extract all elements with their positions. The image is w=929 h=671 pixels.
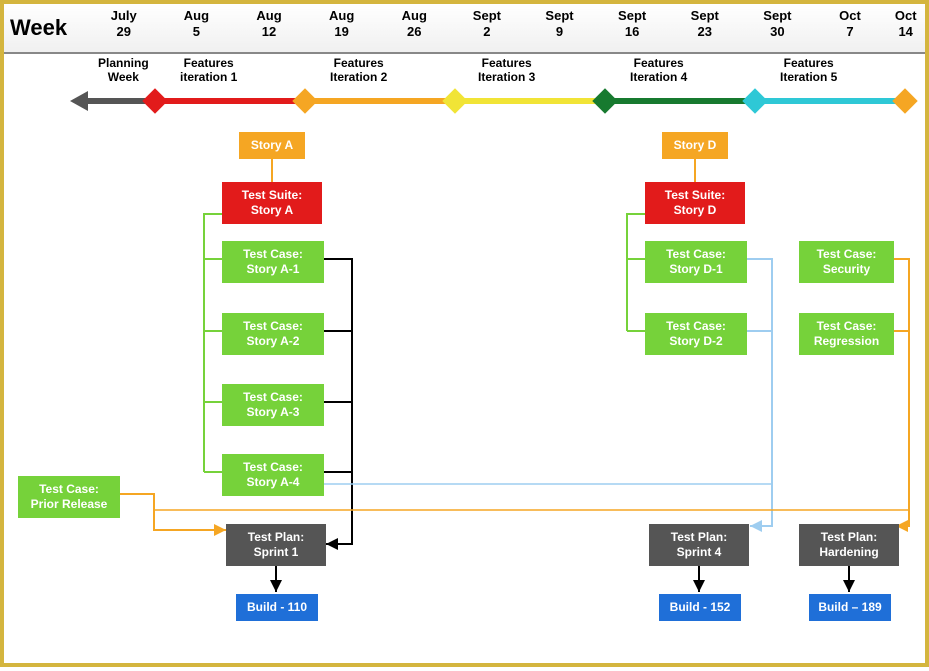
date-cell: Sept23 [668,4,741,52]
bar-iter5 [760,98,902,104]
case-d1: Test Case: Story D-1 [645,241,747,283]
date-cell: Oct7 [814,4,887,52]
bar-iter1 [160,98,302,104]
case-regression: Test Case: Regression [799,313,894,355]
story-d: Story D [662,132,728,159]
bar-iter3 [460,98,602,104]
bar-iter4 [610,98,752,104]
case-a2: Test Case: Story A-2 [222,313,324,355]
phase-iter4: Features Iteration 4 [630,56,687,85]
case-a1: Test Case: Story A-1 [222,241,324,283]
phase-planning: Planning Week [98,56,149,85]
case-security: Test Case: Security [799,241,894,283]
case-prior: Test Case: Prior Release [18,476,120,518]
case-d2: Test Case: Story D-2 [645,313,747,355]
plan-hardening: Test Plan: Hardening [799,524,899,566]
date-cell: Oct14 [886,4,925,52]
plan-sprint4: Test Plan: Sprint 4 [649,524,749,566]
phase-iter5: Features Iteration 5 [780,56,837,85]
date-cell: Sept9 [523,4,596,52]
date-cell: Aug12 [233,4,306,52]
case-a4: Test Case: Story A-4 [222,454,324,496]
story-a: Story A [239,132,305,159]
date-cell: Sept2 [451,4,524,52]
week-label: Week [4,4,87,52]
timeline-header: Week July29 Aug5 Aug12 Aug19 Aug26 Sept2… [4,4,925,54]
phase-bars [90,94,925,114]
build-152: Build - 152 [659,594,741,621]
date-cell: Sept30 [741,4,814,52]
date-cell: Aug5 [160,4,233,52]
build-189: Build – 189 [809,594,891,621]
suite-a: Test Suite: Story A [222,182,322,224]
date-cell: Aug26 [378,4,451,52]
plan-sprint1: Test Plan: Sprint 1 [226,524,326,566]
phase-iter1: Features iteration 1 [180,56,237,85]
date-cell: July29 [87,4,160,52]
build-110: Build - 110 [236,594,318,621]
date-cell: Sept16 [596,4,669,52]
phase-iter2: Features Iteration 2 [330,56,387,85]
case-a3: Test Case: Story A-3 [222,384,324,426]
bar-iter2 [310,98,452,104]
suite-d: Test Suite: Story D [645,182,745,224]
arrow-left-icon [70,91,88,111]
phase-iter3: Features Iteration 3 [478,56,535,85]
date-cell: Aug19 [305,4,378,52]
